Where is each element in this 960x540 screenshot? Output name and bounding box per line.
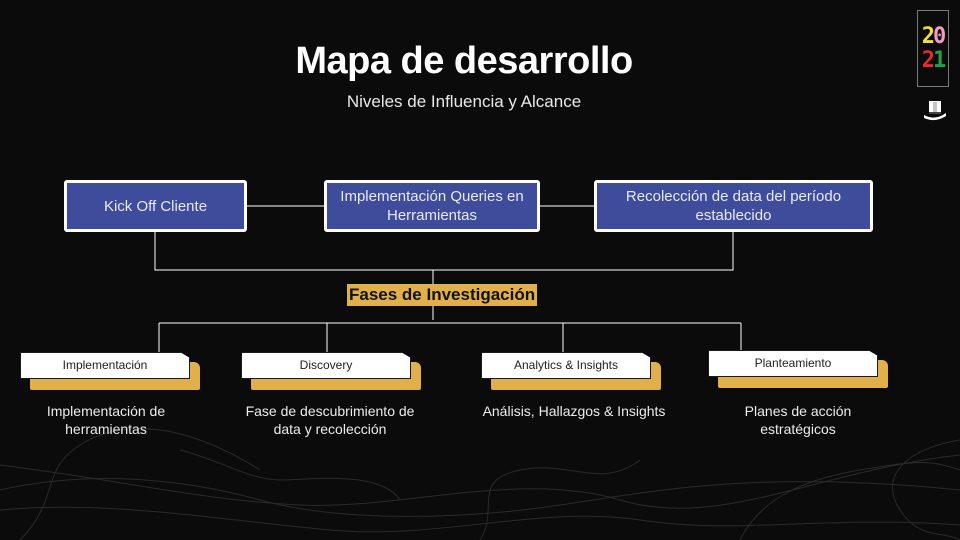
phase-discovery: Discovery	[241, 352, 421, 390]
logo-digit: 2	[921, 47, 935, 73]
phase-analytics-insights: Analytics & Insights	[481, 352, 661, 390]
phase-description: Fase de descubrimiento de data y recolec…	[245, 403, 415, 437]
step-label: Implementación Queries en Herramientas	[340, 188, 524, 224]
logo-digit: 1	[933, 47, 946, 73]
page-title: Mapa de desarrollo	[295, 40, 633, 82]
phase-card-label: Implementación	[20, 352, 190, 379]
phase-card-label: Discovery	[241, 352, 411, 379]
phase-card-label: Planteamiento	[708, 350, 878, 377]
phase-card-label: Analytics & Insights	[481, 352, 651, 379]
logo-digit: 2	[921, 23, 935, 49]
phase-description: Planes de acción estratégicos	[744, 403, 852, 437]
phase-description: Implementación de herramientas	[46, 403, 166, 437]
step-implementacion-queries: Implementación Queries en Herramientas	[324, 180, 540, 232]
step-recoleccion-data: Recolección de data del período establec…	[594, 180, 873, 232]
page-subtitle: Niveles de Influencia y Alcance	[346, 92, 582, 111]
phase-planteamiento: Planteamiento	[708, 350, 888, 388]
phase-description: Análisis, Hallazgos & Insights	[482, 403, 666, 419]
step-label: Recolección de data del período establec…	[625, 188, 842, 224]
step-kick-off-cliente: Kick Off Cliente	[64, 180, 247, 232]
step-label: Kick Off Cliente	[103, 197, 208, 215]
year-logo: 2 0 2 1	[917, 10, 949, 87]
top-hat-icon	[924, 101, 946, 121]
phase-implementacion: Implementación	[20, 352, 200, 390]
logo-digit: 0	[933, 23, 946, 49]
phases-hub-label: Fases de Investigación	[347, 284, 538, 306]
